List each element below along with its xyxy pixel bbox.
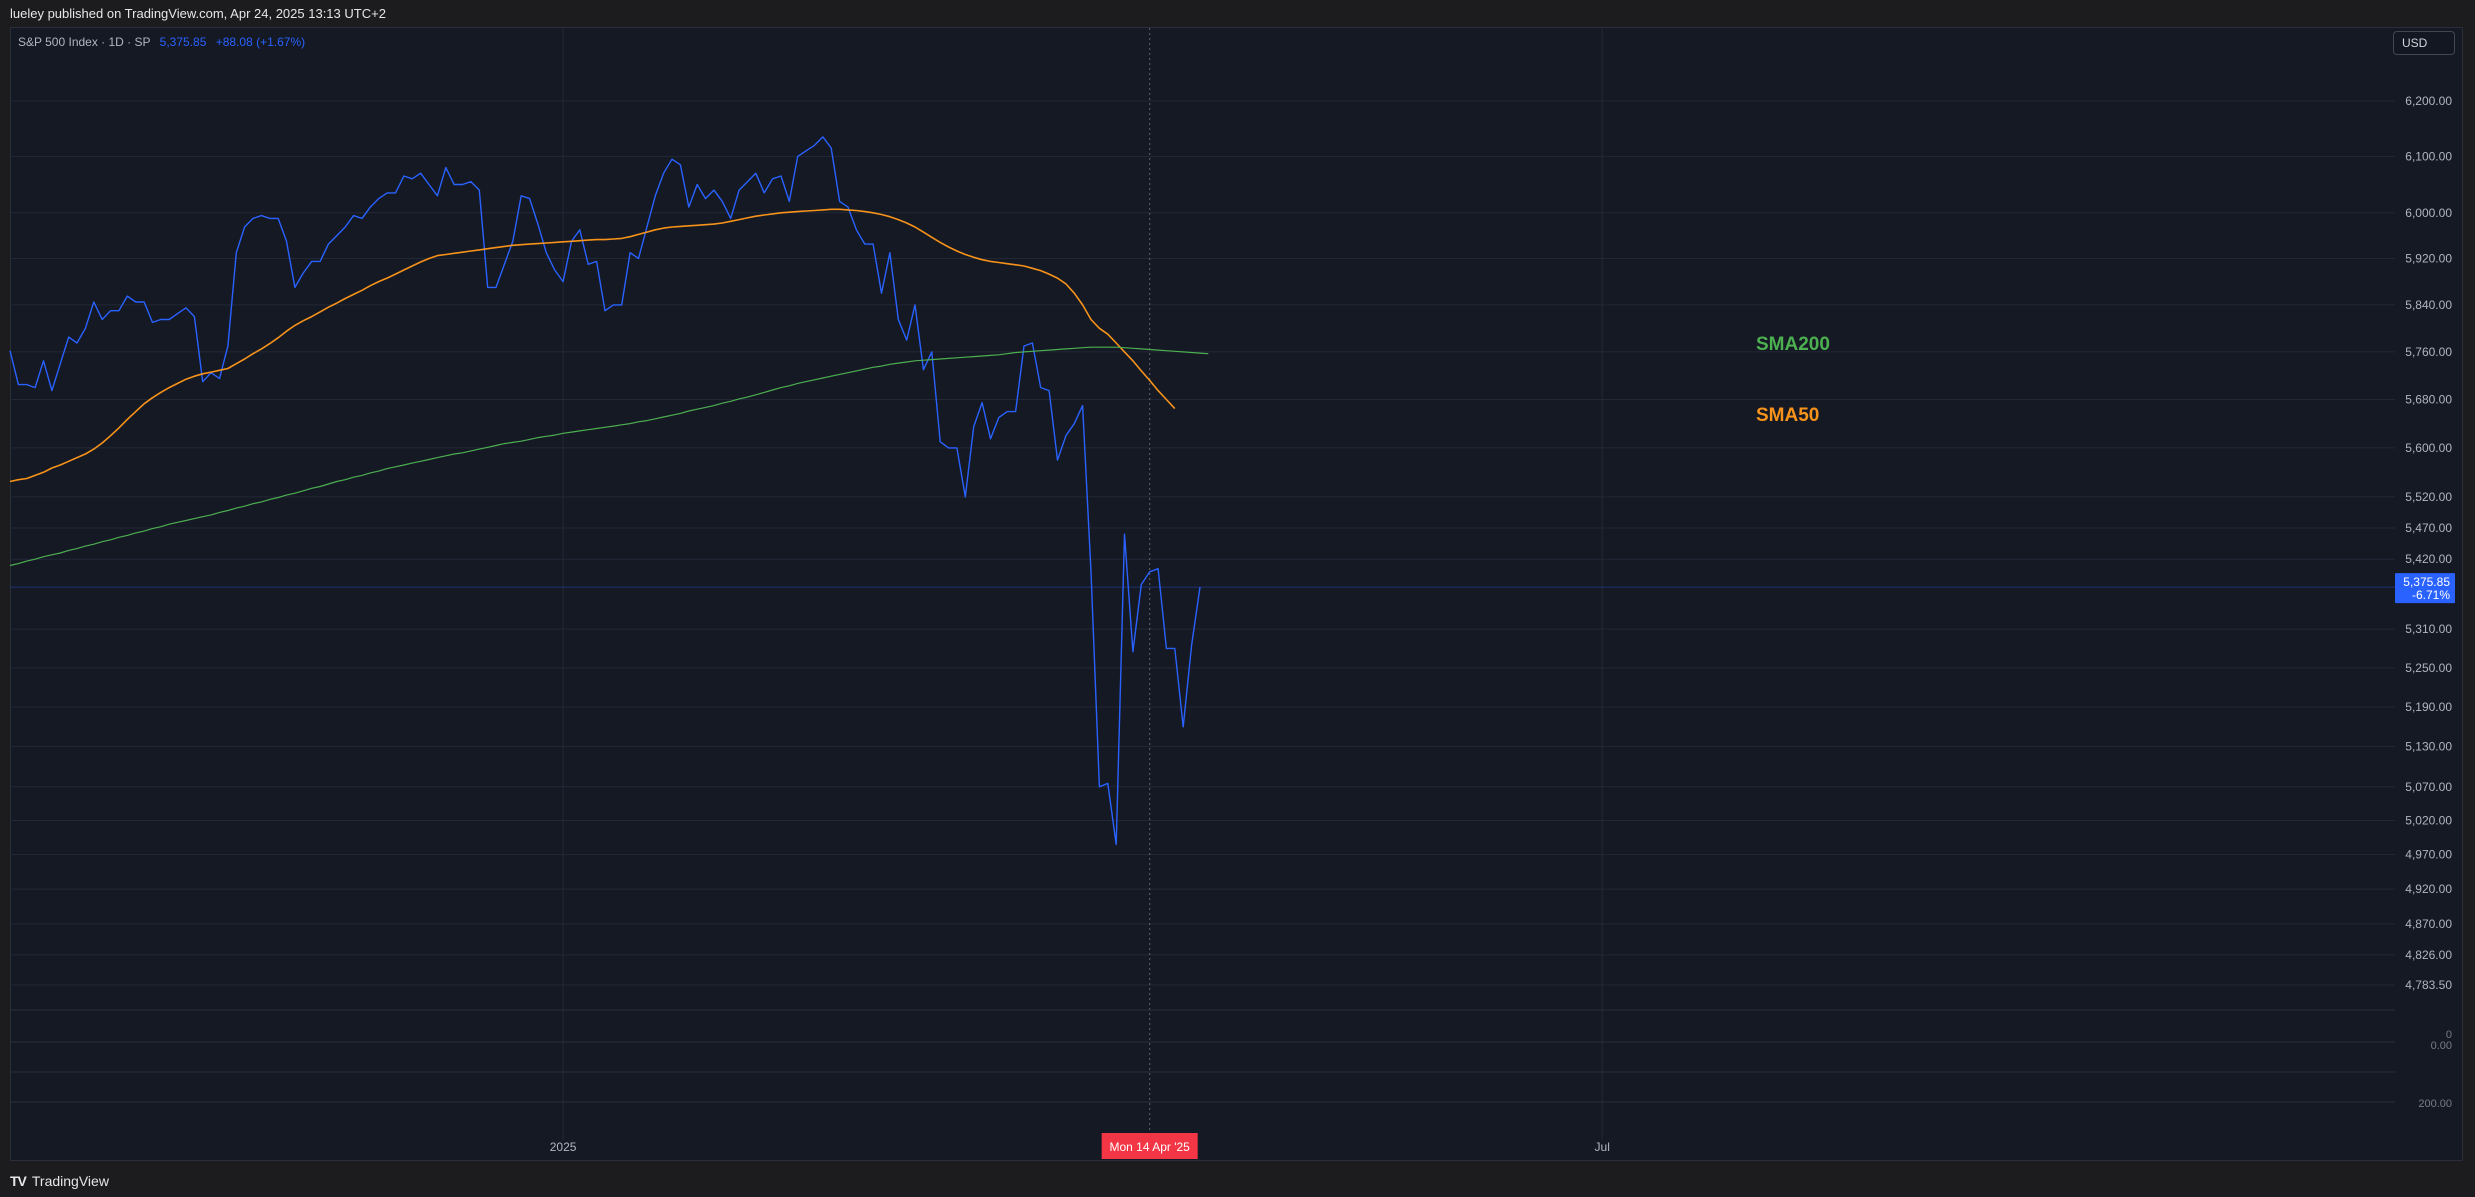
y-tick-label: 5,680.00: [2405, 393, 2452, 407]
price-axis: 6,200.00 6,100.00 6,000.00 5,920.00 5,840.00…: [2405, 94, 2452, 992]
chart-svg[interactable]: 00.00200.00 6,200.006,100.006,000.005,92…: [0, 0, 2475, 1165]
legend-symbol: S&P 500 Index · 1D · SP: [18, 35, 151, 49]
chart-annotations: SMA200 SMA50 5,375.85-6.71%: [1756, 334, 2455, 604]
sma50-series-line: [9, 208, 1176, 483]
y-tick-label: 5,840.00: [2405, 298, 2452, 312]
y-tick-label: 5,600.00: [2405, 441, 2452, 455]
footer: TV TradingView: [0, 1165, 2475, 1197]
y-tick-label: 6,000.00: [2405, 206, 2452, 220]
y-tick-label: 5,420.00: [2405, 552, 2452, 566]
legend-price: 5,375.85: [159, 35, 207, 49]
price-series-line: [9, 136, 1201, 846]
y-tick-label: 4,970.00: [2405, 848, 2452, 862]
y-tick-label: 5,190.00: [2405, 700, 2452, 714]
tradingview-logo-icon: TV: [10, 1173, 27, 1189]
y-tick-label: 5,520.00: [2405, 490, 2452, 504]
legend-change: +88.08 (+1.67%): [215, 35, 306, 49]
chart-lines: [9, 136, 1209, 846]
chart-grid: [10, 28, 2395, 1140]
y-tick-label: 5,310.00: [2405, 622, 2452, 636]
indicator-pane: 00.00200.00: [10, 1009, 2452, 1110]
y-tick-label: 6,200.00: [2405, 94, 2452, 108]
time-axis: 2025 Jul Mon 14 Apr '25: [550, 1133, 1610, 1159]
y-tick-label: 6,100.00: [2405, 149, 2452, 163]
x-tick-label: Jul: [1595, 1140, 1610, 1154]
y-tick-label: 4,870.00: [2405, 917, 2452, 931]
last-value-price: 5,375.85: [2403, 575, 2450, 589]
y-tick-label: 5,130.00: [2405, 740, 2452, 754]
y-tick-label: 4,783.50: [2405, 978, 2452, 992]
annotation-sma50: SMA50: [1756, 405, 1819, 426]
y-tick-label: 5,760.00: [2405, 345, 2452, 359]
y-tick-label: 5,470.00: [2405, 521, 2452, 535]
y-tick-label: 4,826.00: [2405, 948, 2452, 962]
crosshair-date-label: Mon 14 Apr '25: [1110, 1140, 1191, 1154]
y-tick-label: 5,920.00: [2405, 252, 2452, 266]
y-tick-label: 5,250.00: [2405, 661, 2452, 675]
y-tick-label: 4,920.00: [2405, 882, 2452, 896]
lower-pane-label: 0.00: [2431, 1040, 2452, 1052]
x-tick-label: 2025: [550, 1140, 577, 1154]
last-value-change: -6.71%: [2412, 588, 2450, 602]
lower-pane-label: 200.00: [2418, 1098, 2452, 1110]
annotation-sma200: SMA200: [1756, 334, 1830, 355]
sma200-series-line: [9, 346, 1209, 567]
y-tick-label: 5,020.00: [2405, 814, 2452, 828]
currency-button[interactable]: USD: [2393, 31, 2455, 55]
chart-legend: S&P 500 Index · 1D · SP 5,375.85 +88.08 …: [18, 35, 305, 49]
y-tick-label: 5,070.00: [2405, 780, 2452, 794]
footer-brand[interactable]: TradingView: [32, 1173, 109, 1189]
